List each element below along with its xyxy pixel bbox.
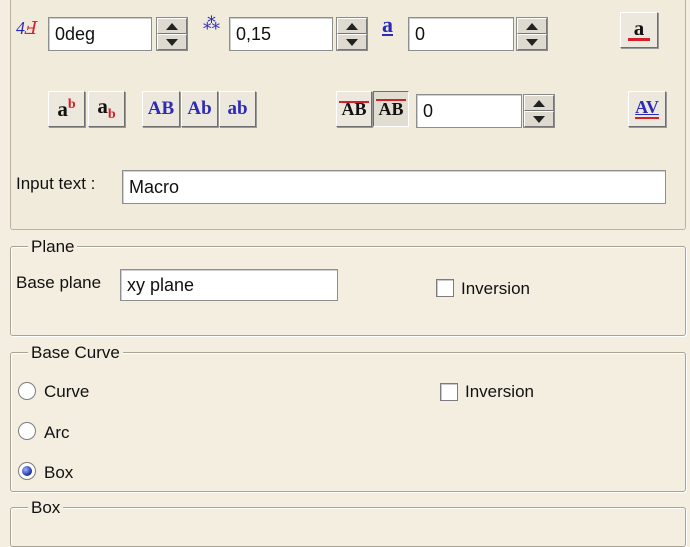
plane-inversion-checkbox[interactable] [436,279,454,297]
curve-radio[interactable] [18,382,36,400]
subscript-button[interactable]: ab [88,91,125,127]
spacing-spinner[interactable] [516,17,548,51]
plane-group [10,246,686,336]
titlecase-button[interactable]: Ab [181,91,218,127]
spacing-spin-down[interactable] [517,34,547,50]
uppercase-button[interactable]: AB [142,91,180,127]
angle-spin-down[interactable] [157,34,187,50]
overline-icon: AB [376,98,406,119]
kerning-spin-up[interactable] [524,95,554,111]
strikethrough-button[interactable]: AB [336,91,372,127]
uppercase-icon: AB [147,98,175,119]
underline-color-icon: a [628,18,650,41]
height-input[interactable]: 0,15 [229,17,333,51]
curve-inversion-checkbox[interactable] [440,383,458,401]
spacing-spin-up[interactable] [517,18,547,34]
kerning-spinner[interactable] [523,94,555,128]
text-angle-icon: 4Ⅎ [16,18,38,38]
angle-input[interactable]: 0deg [48,17,152,51]
angle-spinner[interactable] [156,17,188,51]
base-plane-label: Base plane [16,273,102,292]
base-curve-group-title: Base Curve [28,343,123,363]
kerning-av-button[interactable]: AV [628,91,666,127]
height-spinner[interactable] [336,17,368,51]
plane-inversion-label: Inversion [461,279,530,298]
input-text-label: Input text : [16,174,96,193]
input-text-field[interactable]: Macro [122,170,666,204]
subscript-icon: ab [97,94,116,123]
angle-spin-up[interactable] [157,18,187,34]
height-spin-up[interactable] [337,18,367,34]
box-group [10,507,686,547]
text-height-icon: ⁂ [203,14,220,33]
arc-radio-label: Arc [44,423,70,442]
height-spin-down[interactable] [337,34,367,50]
kerning-spin-down[interactable] [524,111,554,127]
base-plane-input[interactable]: xy plane [120,269,338,301]
box-radio[interactable] [18,462,36,480]
lowercase-icon: ab [227,98,248,119]
box-radio-label: Box [44,463,74,482]
box-group-title: Box [28,498,64,518]
strikethrough-icon: AB [339,98,369,119]
base-curve-group [10,352,686,492]
curve-inversion-label: Inversion [465,382,534,401]
superscript-icon: ab [57,96,76,121]
kerning-av-icon: AV [635,98,659,120]
superscript-button[interactable]: ab [48,91,85,127]
underline-color-button[interactable]: a [620,12,658,48]
overline-button[interactable]: AB [373,91,409,127]
plane-group-title: Plane [28,237,78,257]
lowercase-button[interactable]: ab [219,91,256,127]
curve-radio-label: Curve [44,382,90,401]
spacing-input[interactable]: 0 [408,17,514,51]
char-spacing-icon: a [382,12,393,37]
kerning-input[interactable]: 0 [416,94,522,128]
titlecase-icon: Ab [187,98,212,119]
arc-radio[interactable] [18,422,36,440]
